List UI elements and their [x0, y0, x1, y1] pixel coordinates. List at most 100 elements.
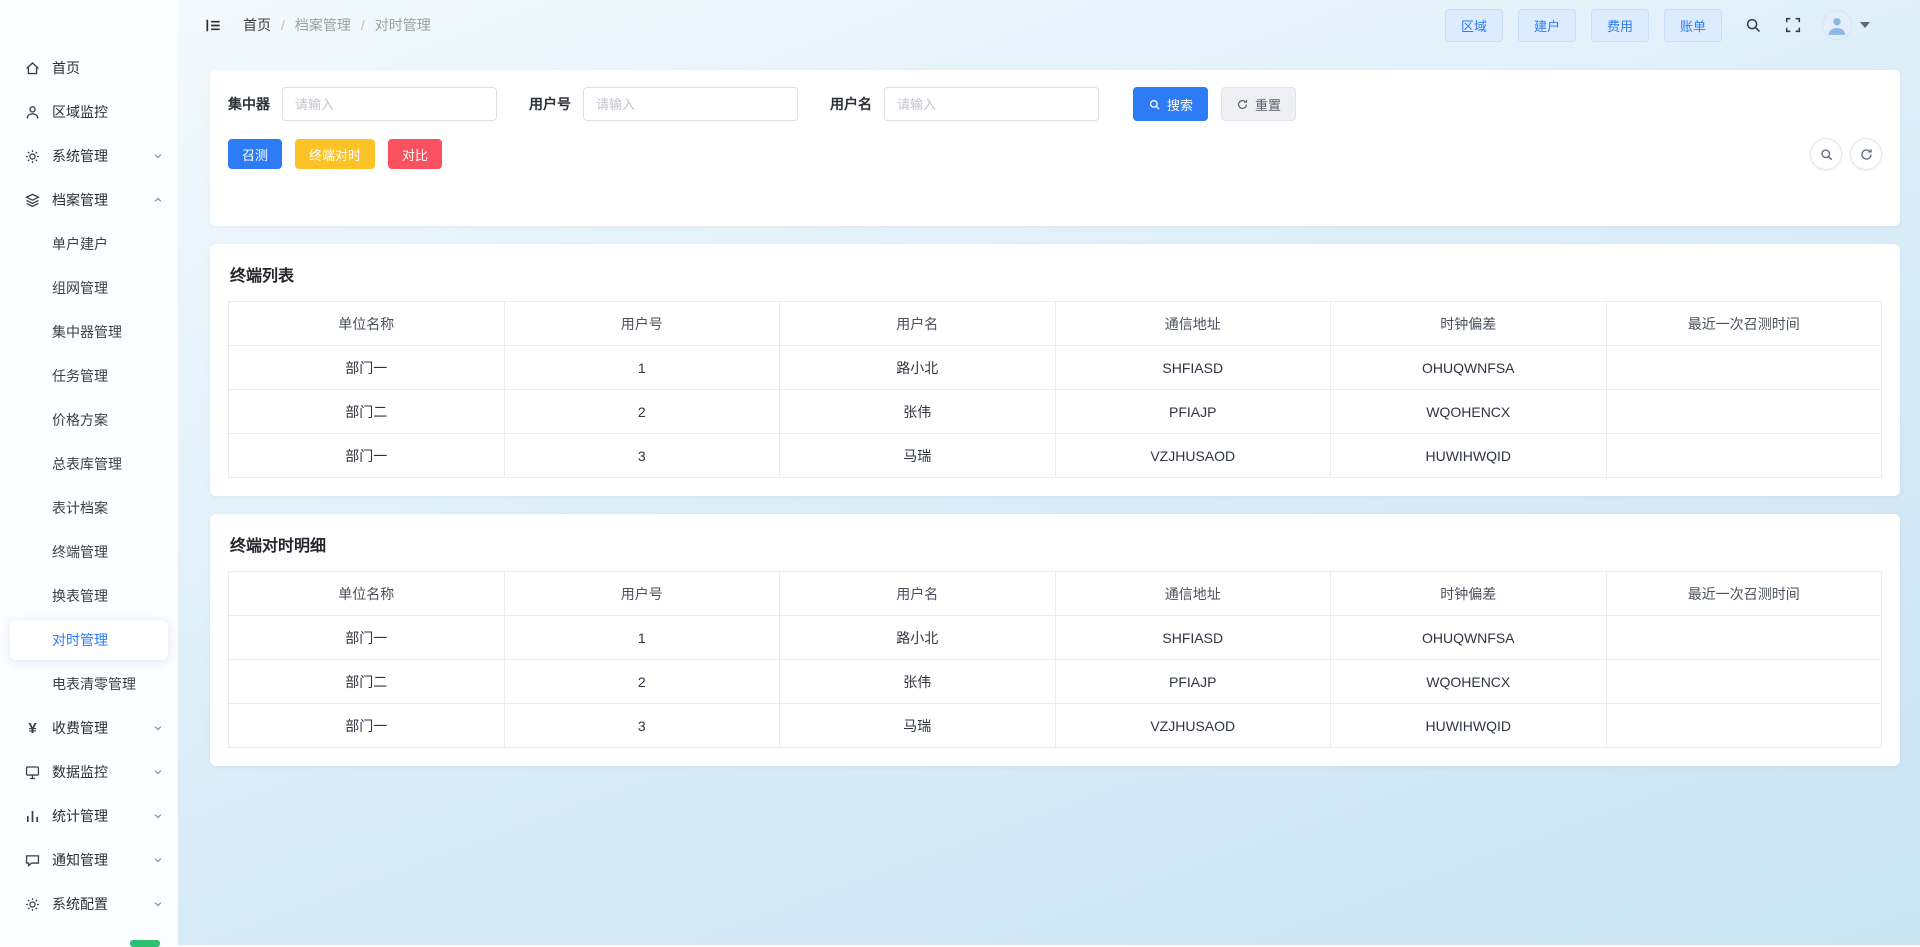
sidebar-item-home[interactable]: 首页: [0, 46, 178, 90]
search-button[interactable]: 搜索: [1133, 87, 1208, 121]
sidebar-item-meter-swap-mgmt[interactable]: 换表管理: [0, 574, 178, 618]
sidebar-item-master-meter-lib[interactable]: 总表库管理: [0, 442, 178, 486]
archive-icon: [24, 192, 41, 209]
topbar: 首页 / 档案管理 / 对时管理 区域 建户 费用 账单: [178, 0, 1920, 50]
sidebar-bottom-indicator: [130, 940, 160, 947]
sidebar-submenu-archive: 单户建户 组网管理 集中器管理 任务管理 价格方案 总表库管理 表计档案 终端管…: [0, 222, 178, 706]
search-icon[interactable]: [1744, 16, 1762, 34]
user-avatar-icon[interactable]: [1822, 10, 1852, 40]
col-last-call-time: 最近一次召测时间: [1606, 572, 1882, 616]
col-user-no: 用户号: [504, 572, 780, 616]
cell-user-no: 2: [504, 660, 780, 704]
cell-user-name: 张伟: [780, 390, 1056, 434]
fullscreen-icon[interactable]: [1784, 16, 1802, 34]
sidebar-item-system-config[interactable]: 系统配置: [0, 882, 178, 926]
sidebar-item-meter-reset-mgmt[interactable]: 电表清零管理: [0, 662, 178, 706]
sidebar-item-zuwang-mgmt[interactable]: 组网管理: [0, 266, 178, 310]
quick-link-area-button[interactable]: 区域: [1445, 9, 1503, 42]
cell-clock-offset: OHUQWNFSA: [1331, 346, 1607, 390]
table-header-row: 单位名称 用户号 用户名 通信地址 时钟偏差 最近一次召测时间: [229, 302, 1882, 346]
sidebar-subitem-label: 电表清零管理: [52, 674, 136, 694]
sidebar-item-time-sync-mgmt-active[interactable]: 对时管理: [10, 620, 168, 660]
call-test-button[interactable]: 召测: [228, 139, 282, 169]
terminal-list-table: 单位名称 用户号 用户名 通信地址 时钟偏差 最近一次召测时间 部门一 1 路小…: [228, 301, 1882, 478]
sidebar-item-price-plan[interactable]: 价格方案: [0, 398, 178, 442]
caret-down-icon[interactable]: [1860, 22, 1870, 28]
quick-link-fee-button[interactable]: 费用: [1591, 9, 1649, 42]
quick-link-jianhu-button[interactable]: 建户: [1518, 9, 1576, 42]
cell-last-call-time: [1606, 390, 1882, 434]
sync-detail-card: 终端对时明细 单位名称 用户号 用户名 通信地址 时钟偏差 最近一次召测时间 部…: [210, 514, 1900, 766]
cell-comm-address: VZJHUSAOD: [1055, 434, 1331, 478]
quick-link-bill-button[interactable]: 账单: [1664, 9, 1722, 42]
sync-circle-button[interactable]: [1850, 138, 1882, 170]
cell-user-no: 2: [504, 390, 780, 434]
breadcrumb: 首页 / 档案管理 / 对时管理: [243, 15, 431, 35]
cell-last-call-time: [1606, 616, 1882, 660]
sidebar-subitem-label: 单户建户: [52, 234, 108, 254]
cell-comm-address: VZJHUSAOD: [1055, 704, 1331, 748]
sidebar-item-fee-mgmt[interactable]: ¥ 收费管理: [0, 706, 178, 750]
filter-row: 集中器 用户号 用户名 搜索: [228, 87, 1882, 121]
sidebar-item-area-monitor[interactable]: 区域监控: [0, 90, 178, 134]
field-concentrator: 集中器: [228, 87, 497, 121]
cell-comm-address: SHFIASD: [1055, 346, 1331, 390]
search-button-label: 搜索: [1167, 95, 1193, 114]
sidebar-subitem-label: 表计档案: [52, 498, 108, 518]
sidebar-item-notice-mgmt[interactable]: 通知管理: [0, 838, 178, 882]
sidebar-item-task-mgmt[interactable]: 任务管理: [0, 354, 178, 398]
sidebar-subitem-label: 总表库管理: [52, 454, 122, 474]
chevron-down-icon: [152, 150, 164, 162]
col-unit-name: 单位名称: [229, 302, 505, 346]
sidebar-item-label: 系统管理: [52, 146, 152, 166]
yen-icon: ¥: [24, 720, 41, 737]
terminal-list-title: 终端列表: [230, 262, 1882, 286]
sidebar-subitem-label: 集中器管理: [52, 322, 122, 342]
concentrator-input[interactable]: [282, 87, 497, 121]
cell-last-call-time: [1606, 346, 1882, 390]
magnifier-circle-button[interactable]: [1810, 138, 1842, 170]
table-row: 部门二 2 张伟 PFIAJP WQOHENCX: [229, 660, 1882, 704]
cell-user-no: 1: [504, 616, 780, 660]
breadcrumb-archive[interactable]: 档案管理: [295, 15, 351, 35]
chevron-down-icon: [152, 810, 164, 822]
cell-last-call-time: [1606, 660, 1882, 704]
breadcrumb-home[interactable]: 首页: [243, 15, 271, 35]
menu-collapse-icon[interactable]: [204, 16, 223, 35]
filter-card: 集中器 用户号 用户名 搜索: [210, 70, 1900, 226]
cell-unit-name: 部门二: [229, 660, 505, 704]
sidebar: 首页 区域监控 系统管理 档案管理: [0, 0, 178, 945]
cell-user-no: 1: [504, 346, 780, 390]
sidebar-subitem-label: 终端管理: [52, 542, 108, 562]
sidebar-item-terminal-mgmt[interactable]: 终端管理: [0, 530, 178, 574]
reset-button-label: 重置: [1255, 95, 1281, 114]
user-no-input[interactable]: [583, 87, 798, 121]
col-user-name: 用户名: [780, 572, 1056, 616]
field-user-name-label: 用户名: [830, 94, 872, 114]
table-row: 部门一 1 路小北 SHFIASD OHUQWNFSA: [229, 616, 1882, 660]
col-clock-offset: 时钟偏差: [1331, 572, 1607, 616]
compare-button[interactable]: 对比: [388, 139, 442, 169]
sidebar-item-stats-mgmt[interactable]: 统计管理: [0, 794, 178, 838]
sidebar-item-meter-archive[interactable]: 表计档案: [0, 486, 178, 530]
chevron-down-icon: [152, 898, 164, 910]
sidebar-item-concentrator-mgmt[interactable]: 集中器管理: [0, 310, 178, 354]
terminal-time-sync-button[interactable]: 终端对时: [295, 139, 375, 169]
sidebar-item-system-mgmt[interactable]: 系统管理: [0, 134, 178, 178]
sync-detail-table: 单位名称 用户号 用户名 通信地址 时钟偏差 最近一次召测时间 部门一 1 路小…: [228, 571, 1882, 748]
config-gear-icon: [24, 896, 41, 913]
stats-icon: [24, 808, 41, 825]
cell-clock-offset: HUWIHWQID: [1331, 434, 1607, 478]
user-name-input[interactable]: [884, 87, 1099, 121]
sidebar-item-label: 通知管理: [52, 850, 152, 870]
field-user-name: 用户名: [830, 87, 1099, 121]
reset-button[interactable]: 重置: [1221, 87, 1296, 121]
main-area: 首页 / 档案管理 / 对时管理 区域 建户 费用 账单: [178, 0, 1920, 945]
sidebar-item-data-monitor[interactable]: 数据监控: [0, 750, 178, 794]
sidebar-item-archive-mgmt[interactable]: 档案管理: [0, 178, 178, 222]
breadcrumb-current: 对时管理: [375, 15, 431, 35]
sidebar-subitem-label: 对时管理: [52, 630, 108, 650]
sidebar-item-danhu-jianhu[interactable]: 单户建户: [0, 222, 178, 266]
sidebar-item-label: 数据监控: [52, 762, 152, 782]
cell-clock-offset: HUWIHWQID: [1331, 704, 1607, 748]
